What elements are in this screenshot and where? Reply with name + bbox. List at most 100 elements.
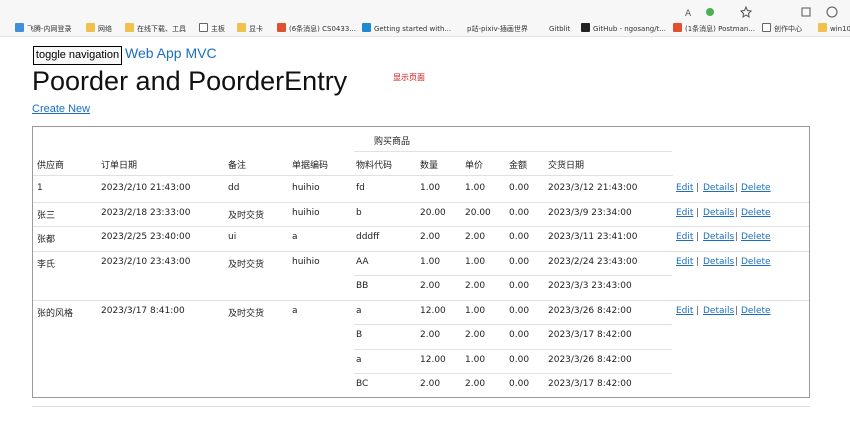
qty-cell: 12.00 <box>420 354 446 365</box>
qty-header: 数量 <box>420 161 439 171</box>
folder-icon <box>818 23 827 32</box>
price-cell: 1.00 <box>465 354 486 365</box>
details-link[interactable]: Details <box>703 257 734 267</box>
folder-icon <box>237 23 246 32</box>
delivery-date-cell: 2023/3/3 23:43:00 <box>548 281 632 291</box>
action-separator: | <box>735 232 739 242</box>
bookmark-item[interactable]: 飞腾-内网登录 <box>15 22 72 36</box>
price-cell: 2.00 <box>465 281 486 291</box>
bookmark-label: 创作中心 <box>774 25 802 33</box>
delivery-date-cell: 2023/3/17 8:42:00 <box>548 330 632 340</box>
bookmark-item[interactable]: GitHub - ngosang/t... <box>581 22 666 36</box>
material-code-cell: dddff <box>356 232 380 242</box>
bookmark-item[interactable]: win10 <box>818 22 850 36</box>
supplier-header: 供应商 <box>37 161 65 171</box>
bookmark-item[interactable]: Getting started with... <box>362 22 451 36</box>
supplier-cell: 张都 <box>37 235 56 245</box>
material-code-cell: BB <box>356 281 369 291</box>
details-link[interactable]: Details <box>703 208 734 218</box>
delete-link[interactable]: Delete <box>741 257 771 267</box>
bookmark-item[interactable]: 在线下载、工具 <box>125 22 186 36</box>
price-cell: 2.00 <box>465 330 486 340</box>
delivery-date-cell: 2023/2/24 23:43:00 <box>548 256 638 267</box>
price-header: 单价 <box>465 161 484 171</box>
details-link[interactable]: Details <box>703 232 734 242</box>
edit-link[interactable]: Edit <box>676 208 693 218</box>
price-cell: 20.00 <box>465 207 491 218</box>
doc-code-header: 单据编码 <box>292 161 329 171</box>
footer-divider <box>32 406 810 407</box>
profile-icon[interactable] <box>826 3 838 18</box>
amount-cell: 0.00 <box>509 281 530 291</box>
delete-link[interactable]: Delete <box>741 208 771 218</box>
bookmark-item[interactable]: p站-pixiv-插画世界 <box>455 22 528 36</box>
row-divider <box>33 201 809 203</box>
price-cell: 1.00 <box>465 305 486 316</box>
bookmark-item[interactable]: (1条消息) Postman... <box>673 22 755 36</box>
material-code-cell: a <box>356 305 362 316</box>
qty-cell: 12.00 <box>420 305 446 316</box>
delete-link[interactable]: Delete <box>741 183 771 193</box>
edit-link[interactable]: Edit <box>676 306 693 316</box>
bookmark-item[interactable]: 显卡 <box>237 22 263 36</box>
bookmark-item[interactable]: 主板 <box>199 22 225 36</box>
read-aloud-icon[interactable]: A <box>684 3 696 19</box>
doc-code-cell: a <box>292 232 298 242</box>
price-cell: 1.00 <box>465 183 486 193</box>
row-divider <box>354 275 672 276</box>
doc-code-cell: a <box>292 305 298 316</box>
collections-icon[interactable] <box>800 3 812 17</box>
edit-link[interactable]: Edit <box>676 232 693 242</box>
bookmark-label: win10 <box>830 25 850 33</box>
row-divider <box>33 299 809 301</box>
price-cell: 1.00 <box>465 256 486 267</box>
bookmark-label: 在线下载、工具 <box>137 25 186 33</box>
price-cell: 2.00 <box>465 379 486 389</box>
details-link[interactable]: Details <box>703 183 734 193</box>
brand-link[interactable]: Web App MVC <box>125 45 217 61</box>
amount-cell: 0.00 <box>509 379 530 389</box>
order-date-cell: 2023/2/25 23:40:00 <box>101 232 191 242</box>
material-code-cell: a <box>356 354 362 365</box>
delete-link[interactable]: Delete <box>741 306 771 316</box>
material-code-header: 物料代码 <box>356 161 393 171</box>
bookmark-label: Gitblit <box>549 25 571 33</box>
vs-icon <box>362 23 371 32</box>
note-cell: 及时交货 <box>228 308 265 319</box>
amount-cell: 0.00 <box>509 256 530 267</box>
action-separator: | <box>735 305 739 316</box>
bookmark-item[interactable]: (6条消息) CS0433... <box>277 22 356 36</box>
pixiv-icon <box>455 23 464 32</box>
edit-link[interactable]: Edit <box>676 183 693 193</box>
delete-link[interactable]: Delete <box>741 232 771 242</box>
action-separator: | <box>735 207 739 218</box>
delivery-date-cell: 2023/3/26 8:42:00 <box>548 354 632 365</box>
material-code-cell: BC <box>356 379 369 389</box>
delivery-date-cell: 2023/3/12 21:43:00 <box>548 183 638 193</box>
action-separator: | <box>696 207 700 218</box>
amount-cell: 0.00 <box>509 232 530 242</box>
amount-header: 金额 <box>509 161 528 171</box>
action-separator: | <box>696 256 700 267</box>
details-link[interactable]: Details <box>703 306 734 316</box>
row-divider <box>33 226 809 227</box>
qty-cell: 2.00 <box>420 330 441 340</box>
price-cell: 2.00 <box>465 232 486 242</box>
toggle-navigation-button[interactable]: toggle navigation <box>33 46 122 65</box>
favorites-icon[interactable] <box>739 3 753 19</box>
edit-link[interactable]: Edit <box>676 257 693 267</box>
create-new-link[interactable]: Create New <box>32 103 90 115</box>
action-separator: | <box>696 232 700 242</box>
page-title: Poorder and PoorderEntry <box>32 66 348 96</box>
bookmark-item[interactable]: 网络 <box>86 22 112 36</box>
row-divider <box>33 250 809 252</box>
material-code-cell: AA <box>356 256 369 267</box>
bookmark-item[interactable]: Gitblit <box>537 22 570 36</box>
bookmark-label: 显卡 <box>249 25 263 33</box>
bookmark-label: Getting started with... <box>374 25 452 33</box>
action-separator: | <box>696 183 700 193</box>
bookmark-item[interactable]: 创作中心 <box>762 22 802 36</box>
bookmark-label: p站-pixiv-插画世界 <box>467 25 528 33</box>
extension-icon[interactable] <box>704 3 716 16</box>
material-code-cell: b <box>356 207 362 218</box>
